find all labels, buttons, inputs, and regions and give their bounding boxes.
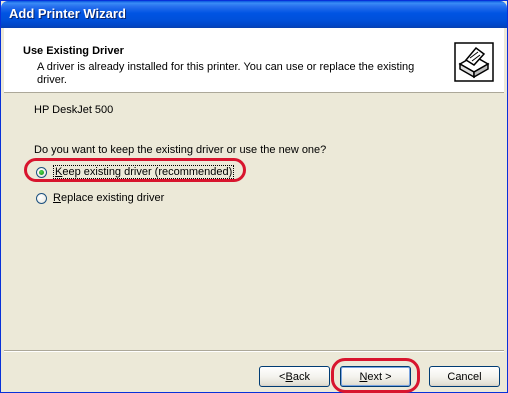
highlight-oval-next-button [331, 358, 420, 393]
wizard-header: Use Existing Driver A driver is already … [4, 28, 504, 93]
header-title: Use Existing Driver [23, 45, 124, 57]
header-description: A driver is already installed for this p… [37, 61, 415, 86]
title-bar[interactable]: Add Printer Wizard [1, 1, 507, 28]
replace-existing-driver-label: Replace existing driver [53, 192, 165, 204]
replace-existing-driver-radio[interactable]: Replace existing driver [36, 190, 164, 206]
printer-name: HP DeskJet 500 [34, 104, 114, 116]
footer-separator [4, 350, 504, 352]
add-printer-wizard-window: Add Printer Wizard Use Existing Driver A… [0, 0, 508, 393]
wizard-content: HP DeskJet 500 Do you want to keep the e… [4, 93, 504, 349]
radio-button-unselected[interactable] [36, 192, 47, 204]
highlight-oval-keep-option [24, 158, 246, 182]
window-title: Add Printer Wizard [9, 6, 126, 21]
back-button[interactable]: < Back [259, 366, 330, 387]
printer-icon [454, 42, 494, 82]
driver-question: Do you want to keep the existing driver … [34, 144, 327, 156]
cancel-button[interactable]: Cancel [429, 366, 500, 387]
